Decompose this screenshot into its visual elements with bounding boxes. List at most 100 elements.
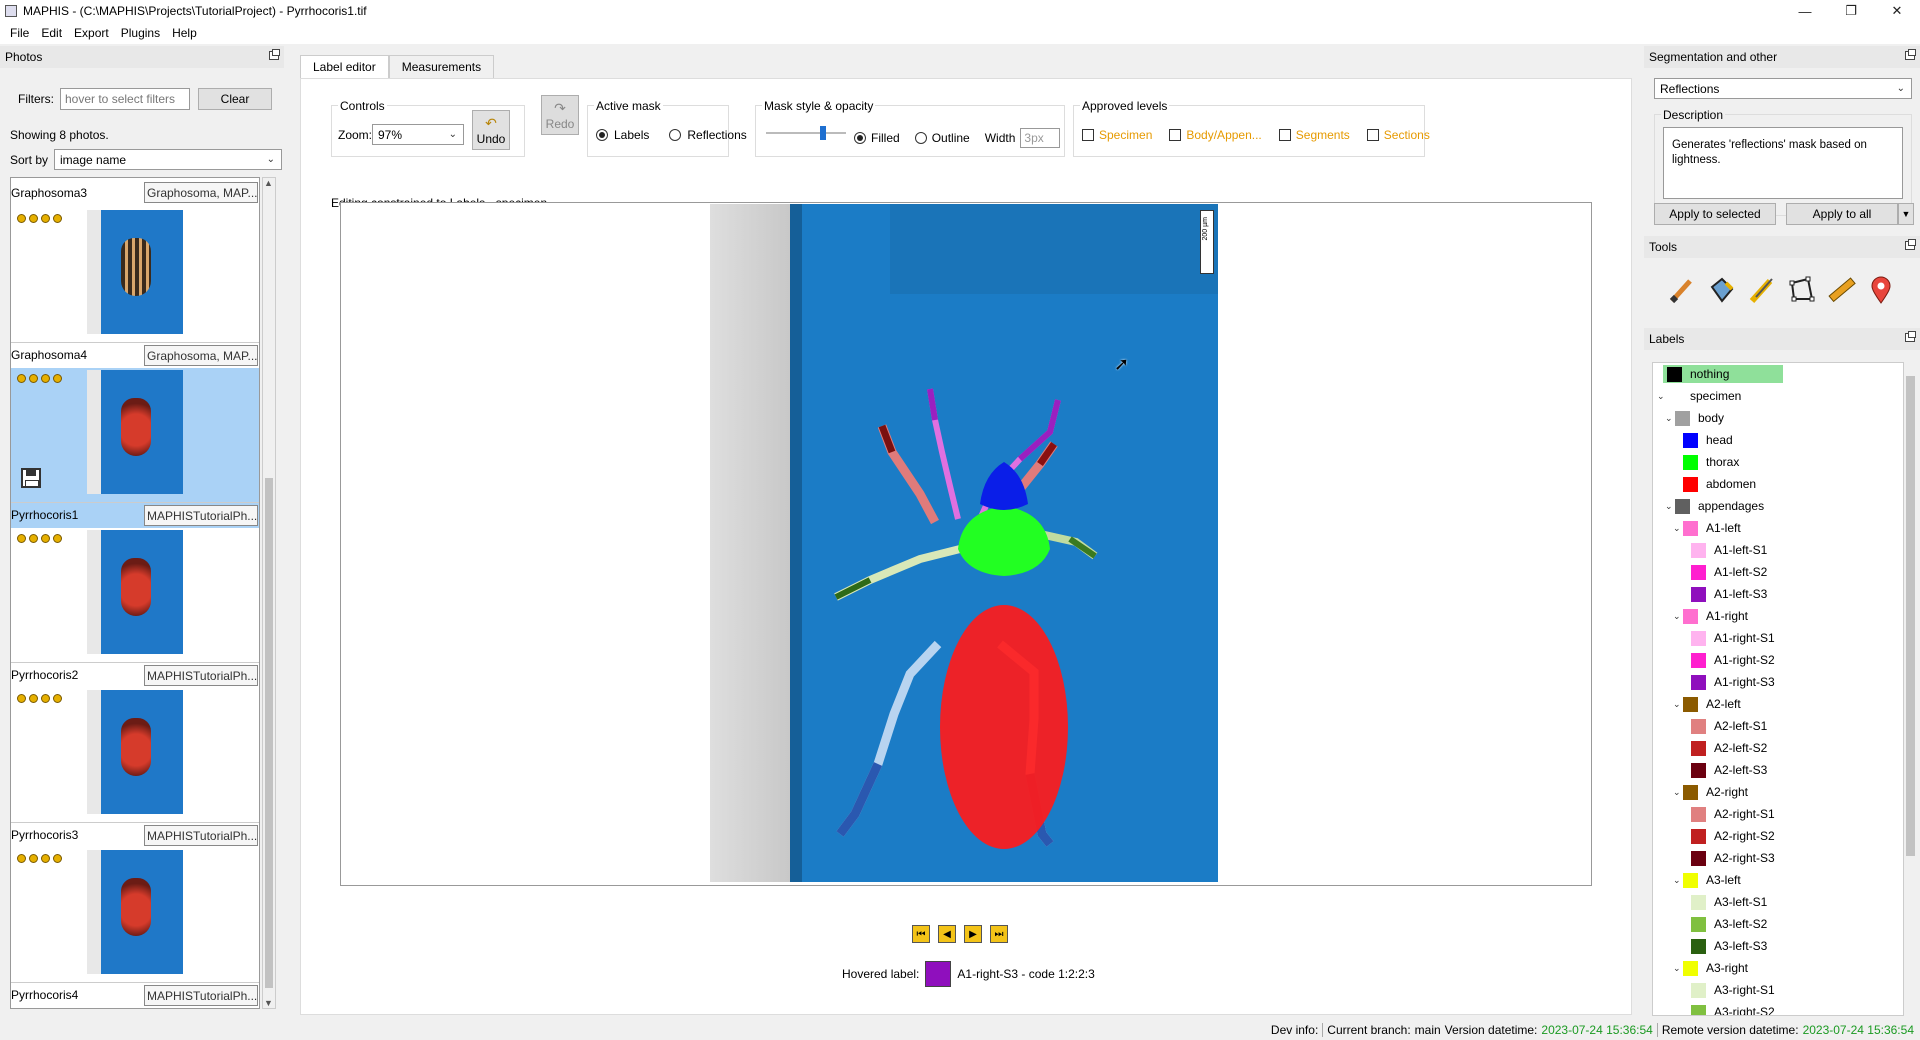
apply-options-dropdown[interactable]: ▼ (1898, 203, 1914, 225)
photo-list[interactable]: Graphosoma3 Graphosoma, MAP... Graphosoma4… (10, 177, 260, 1009)
knife-icon[interactable] (1744, 272, 1778, 308)
label-color-swatch[interactable] (1683, 476, 1698, 492)
rating-stars[interactable] (17, 374, 62, 383)
label-color-swatch[interactable] (1691, 982, 1706, 998)
label-color-swatch[interactable] (1691, 938, 1706, 954)
label-tree-item[interactable]: A1-right-S1 (1653, 627, 1903, 649)
label-tree-item[interactable]: A3-right-S1 (1653, 979, 1903, 1001)
redo-button[interactable]: ↷ Redo (541, 95, 579, 135)
label-tree-item[interactable]: A1-left-S1 (1653, 539, 1903, 561)
label-color-swatch[interactable] (1691, 850, 1706, 866)
label-tree-item[interactable]: thorax (1653, 451, 1903, 473)
label-color-swatch[interactable] (1667, 366, 1682, 382)
photo-tags[interactable]: Graphosoma, MAP... (144, 182, 258, 203)
photo-list-item[interactable]: Graphosoma4 Graphosoma, MAP... (11, 208, 259, 368)
chevron-down-icon[interactable]: ⌄ (1673, 611, 1683, 622)
label-color-swatch[interactable] (1691, 894, 1706, 910)
label-tree-item[interactable]: A1-right-S3 (1653, 671, 1903, 693)
label-tree-item[interactable]: ⌄ A3-right (1653, 957, 1903, 979)
photo-tags[interactable]: MAPHISTutorialPh... (144, 825, 258, 846)
reflections-radio[interactable] (669, 129, 682, 141)
chevron-down-icon[interactable]: ⌄ (1673, 787, 1683, 798)
first-photo-button[interactable]: ⏮ (912, 925, 930, 943)
outline-radio[interactable] (914, 132, 927, 144)
save-icon[interactable] (21, 468, 41, 488)
menu-edit[interactable]: Edit (35, 26, 68, 40)
star-icon[interactable] (53, 214, 62, 223)
rating-stars[interactable] (17, 214, 62, 223)
star-icon[interactable] (53, 374, 62, 383)
label-tree-item[interactable]: A3-left-S1 (1653, 891, 1903, 913)
marker-pin-icon[interactable] (1864, 272, 1898, 308)
label-color-swatch[interactable] (1691, 564, 1706, 580)
star-icon[interactable] (41, 214, 50, 223)
label-color-swatch[interactable] (1691, 740, 1706, 756)
labels-scrollbar[interactable] (1904, 362, 1918, 1016)
brush-icon[interactable] (1664, 272, 1698, 308)
label-color-swatch[interactable] (1691, 1004, 1706, 1015)
menu-export[interactable]: Export (68, 26, 115, 40)
label-tree-item[interactable]: ⌄ A2-left (1653, 693, 1903, 715)
chevron-down-icon[interactable]: ⌄ (1657, 391, 1667, 402)
rating-stars[interactable] (17, 534, 62, 543)
star-icon[interactable] (17, 694, 26, 703)
label-tree-item[interactable]: ⌄ A1-left (1653, 517, 1903, 539)
star-icon[interactable] (29, 214, 38, 223)
star-icon[interactable] (17, 854, 26, 863)
opacity-slider-handle[interactable] (820, 126, 826, 140)
label-tree-item[interactable]: A3-left-S2 (1653, 913, 1903, 935)
sort-select[interactable]: image name ⌄ (54, 149, 283, 170)
segments-checkbox[interactable] (1278, 129, 1291, 141)
star-icon[interactable] (53, 694, 62, 703)
tab-label-editor[interactable]: Label editor (300, 55, 389, 79)
label-color-swatch[interactable] (1691, 916, 1706, 932)
star-icon[interactable] (53, 534, 62, 543)
apply-to-selected-button[interactable]: Apply to selected (1654, 203, 1776, 225)
label-tree-item[interactable]: ⌄ A3-left (1653, 869, 1903, 891)
bucket-icon[interactable] (1704, 272, 1738, 308)
chevron-down-icon[interactable]: ⌄ (1673, 523, 1683, 534)
photo-list-item[interactable]: Graphosoma3 Graphosoma, MAP... (11, 178, 259, 208)
star-icon[interactable] (29, 374, 38, 383)
label-tree-item[interactable]: A2-left-S1 (1653, 715, 1903, 737)
label-color-swatch[interactable] (1683, 608, 1698, 624)
photo-thumbnail[interactable] (87, 370, 183, 494)
zoom-select[interactable]: 97% ⌄ (372, 124, 464, 145)
photo-thumbnail[interactable] (87, 850, 183, 974)
menu-help[interactable]: Help (166, 26, 203, 40)
label-tree-item[interactable]: ⌄ appendages (1653, 495, 1903, 517)
photo-list-item[interactable]: Pyrrhocoris2 MAPHISTutorialPh... (11, 528, 259, 688)
ruler-icon[interactable] (1824, 272, 1858, 308)
rating-stars[interactable] (17, 854, 62, 863)
photo-list-item[interactable]: Pyrrhocoris3 MAPHISTutorialPh... (11, 688, 259, 848)
label-color-swatch[interactable] (1691, 542, 1706, 558)
label-tree-item[interactable]: nothing (1653, 363, 1903, 385)
segmentation-method-select[interactable]: Reflections ⌄ (1654, 78, 1912, 99)
tab-measurements[interactable]: Measurements (388, 55, 495, 79)
photo-tags[interactable]: Graphosoma, MAP... (144, 345, 258, 366)
star-icon[interactable] (41, 694, 50, 703)
label-color-swatch[interactable] (1691, 828, 1706, 844)
label-color-swatch[interactable] (1675, 498, 1690, 514)
opacity-slider-track[interactable] (766, 132, 846, 134)
star-icon[interactable] (29, 854, 38, 863)
star-icon[interactable] (17, 534, 26, 543)
scroll-up-icon[interactable]: ▲ (264, 178, 273, 188)
undock-icon[interactable] (1905, 239, 1916, 250)
label-color-swatch[interactable] (1683, 454, 1698, 470)
previous-photo-button[interactable]: ◀ (938, 925, 956, 943)
chevron-down-icon[interactable]: ⌄ (1665, 501, 1675, 512)
star-icon[interactable] (41, 534, 50, 543)
close-button[interactable]: ✕ (1874, 0, 1920, 22)
label-tree-item[interactable]: A1-left-S2 (1653, 561, 1903, 583)
apply-to-all-button[interactable]: Apply to all (1786, 203, 1898, 225)
photo-list-scrollbar[interactable]: ▲ ▼ (262, 177, 276, 1009)
label-color-swatch[interactable] (1691, 674, 1706, 690)
last-photo-button[interactable]: ⏭ (990, 925, 1008, 943)
body-appendages-checkbox[interactable] (1169, 129, 1182, 141)
label-tree-item[interactable]: A3-left-S3 (1653, 935, 1903, 957)
label-tree-item[interactable]: A2-right-S3 (1653, 847, 1903, 869)
label-color-swatch[interactable] (1675, 410, 1690, 426)
label-tree-item[interactable]: ⌄ A2-right (1653, 781, 1903, 803)
label-tree-item[interactable]: ⌄ A1-right (1653, 605, 1903, 627)
